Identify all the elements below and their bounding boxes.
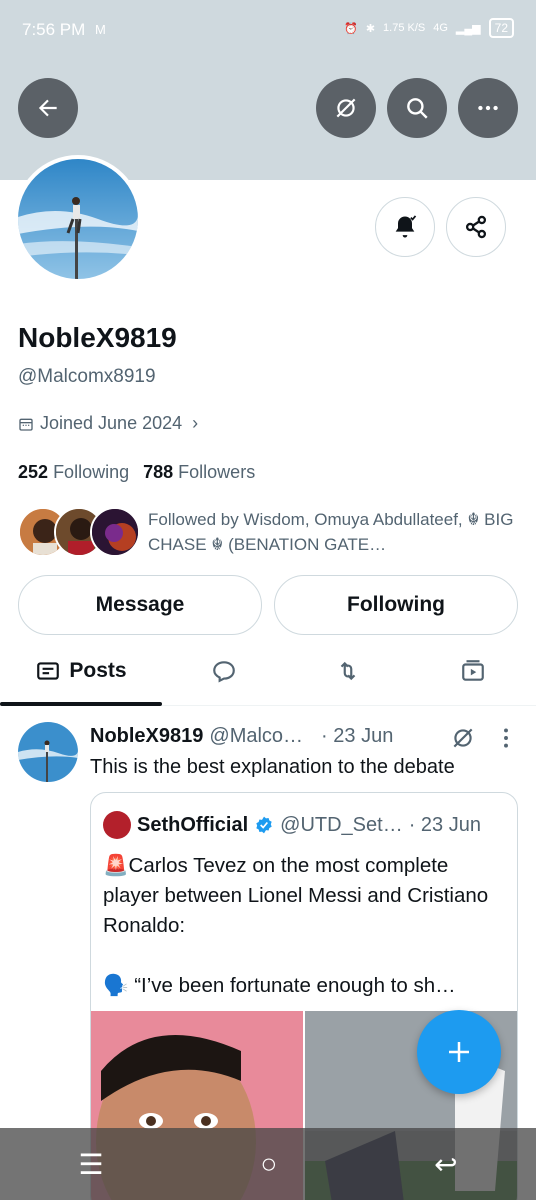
following-button[interactable]: Following xyxy=(274,575,518,635)
followed-by-text: Followed by Wisdom, Omuya Abdullateef, ☬… xyxy=(148,510,514,554)
profile-avatar[interactable] xyxy=(14,155,142,283)
joined-text: Joined June 2024 xyxy=(40,413,183,433)
mail-icon: M xyxy=(95,22,106,37)
following-stat[interactable]: 252 Following xyxy=(18,462,129,483)
avatar-image xyxy=(18,159,138,279)
quoted-post-header: SethOfficial @UTD_Set… · 23 Jun xyxy=(103,811,481,839)
follower-avatar xyxy=(90,507,140,557)
back-nav-icon[interactable]: ↩ xyxy=(434,1148,457,1181)
plus-icon xyxy=(449,1042,469,1062)
more-button[interactable] xyxy=(458,78,518,138)
quoted-author-name: SethOfficial xyxy=(137,813,249,836)
share-button[interactable] xyxy=(446,197,506,257)
calendar-icon xyxy=(19,418,33,431)
status-time: 7:56 PM xyxy=(22,20,86,39)
tab-posts-label: Posts xyxy=(69,659,127,682)
profile-tabs: Posts xyxy=(0,640,536,706)
quoted-post-text: 🚨Carlos Tevez on the most complete playe… xyxy=(103,851,508,1001)
tab-replies[interactable] xyxy=(162,640,286,702)
home-icon[interactable]: ○ xyxy=(260,1148,277,1180)
quoted-author-handle: @UTD_Set… xyxy=(280,813,403,836)
compose-button[interactable] xyxy=(417,1010,501,1094)
arrow-left-icon xyxy=(38,99,57,117)
share-icon xyxy=(465,215,487,239)
battery-icon: 72 xyxy=(488,18,514,38)
post-author-name[interactable]: NobleX9819 xyxy=(90,725,203,748)
active-tab-indicator xyxy=(0,702,162,706)
profile-name: NobleX9819 xyxy=(18,322,177,353)
following-count: 252 xyxy=(18,462,49,482)
tab-reposts[interactable] xyxy=(286,640,410,702)
grok-icon[interactable] xyxy=(450,725,476,751)
chevron-right-icon: › xyxy=(192,413,199,433)
following-label: Following xyxy=(53,462,130,482)
quoted-post-date: · 23 Jun xyxy=(408,813,481,836)
bell-check-icon xyxy=(395,215,417,238)
quoted-author-avatar xyxy=(103,811,131,839)
search-icon xyxy=(407,98,428,119)
bluetooth-icon: ✱ xyxy=(365,22,376,35)
recents-icon[interactable]: ☰ xyxy=(78,1148,103,1181)
reply-icon xyxy=(213,661,235,683)
more-horizontal-icon xyxy=(478,105,498,111)
status-bar: 7:56 PM M ⏰ ✱ 1.75 K/S 4G ▂▄▆ 72 xyxy=(0,0,536,60)
quoted-text-line1: 🚨Carlos Tevez on the most complete playe… xyxy=(103,854,489,937)
system-nav-bar: ☰ ○ ↩ xyxy=(0,1128,536,1200)
followers-stat[interactable]: 788 Followers xyxy=(143,462,255,483)
notifications-button[interactable] xyxy=(375,197,435,257)
post-text: This is the best explanation to the deba… xyxy=(90,756,455,778)
post-author-handle[interactable]: @Malco… xyxy=(209,725,303,748)
joined-info[interactable]: Joined June 2024 › xyxy=(18,413,198,434)
tab-media[interactable] xyxy=(410,640,536,702)
repost-icon xyxy=(340,661,356,681)
more-vertical-icon[interactable] xyxy=(496,725,516,751)
network-label: 4G xyxy=(433,22,448,34)
tab-posts[interactable]: Posts xyxy=(0,640,162,702)
quoted-text-line2: 🗣️ “I’ve been fortunate enough to sh… xyxy=(103,974,456,997)
grok-icon xyxy=(336,98,356,118)
search-button[interactable] xyxy=(387,78,447,138)
profile-handle: @Malcomx8919 xyxy=(18,366,156,387)
status-icons: ⏰ ✱ 1.75 K/S 4G ▂▄▆ 72 xyxy=(344,18,514,38)
followed-by[interactable]: Followed by Wisdom, Omuya Abdullateef, ☬… xyxy=(18,505,528,559)
verified-badge-icon xyxy=(256,816,272,834)
alarm-icon: ⏰ xyxy=(344,22,358,35)
followers-label: Followers xyxy=(178,462,256,482)
follow-stats: 252 Following 788 Followers xyxy=(18,462,255,483)
post-date[interactable]: · 23 Jun xyxy=(321,725,393,748)
posts-icon xyxy=(37,662,60,680)
message-button[interactable]: Message xyxy=(18,575,262,635)
media-icon xyxy=(462,660,484,681)
back-button[interactable] xyxy=(18,78,78,138)
grok-button[interactable] xyxy=(316,78,376,138)
post-author-avatar[interactable] xyxy=(18,722,78,782)
speed-readout: 1.75 K/S xyxy=(383,22,426,34)
signal-icon: ▂▄▆ xyxy=(455,22,481,35)
followers-count: 788 xyxy=(143,462,174,482)
